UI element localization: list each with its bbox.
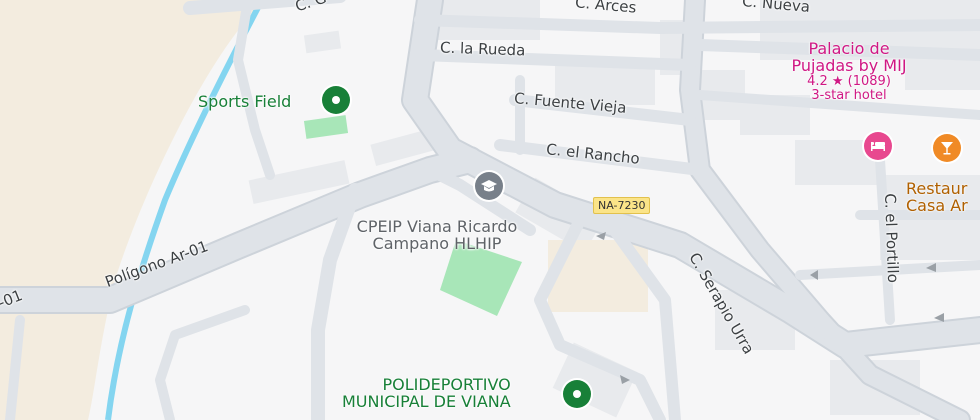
poi-label-polideportivo[interactable]: POLIDEPORTIVO MUNICIPAL DE VIANA bbox=[342, 376, 511, 411]
street-label-el-portillo: C. el Portillo bbox=[881, 192, 903, 284]
polideportivo-line1: POLIDEPORTIVO bbox=[382, 375, 511, 394]
road-shield-na7230[interactable]: NA-7230 bbox=[593, 197, 651, 214]
map-pin-icon[interactable] bbox=[322, 86, 350, 114]
hotel-type: 3-star hotel bbox=[811, 87, 887, 103]
hotel-name-line1: Palacio de bbox=[808, 39, 890, 58]
poi-label-sports-field[interactable]: Sports Field bbox=[198, 93, 291, 111]
map-pin-icon[interactable] bbox=[563, 380, 591, 408]
graduation-cap-icon[interactable] bbox=[475, 172, 503, 200]
poi-label-restaurant[interactable]: Restaur Casa Ar bbox=[906, 180, 968, 215]
hotel-rating: 4.2 ★ (1089) bbox=[807, 73, 891, 89]
school-name-line1: CPEIP Viana Ricardo bbox=[356, 217, 518, 236]
school-name-line2: Campano HLHIP bbox=[372, 234, 502, 254]
poi-label-school[interactable]: CPEIP Viana Ricardo Campano HLHIP bbox=[337, 218, 537, 253]
poi-label-hotel[interactable]: Palacio de Pujadas by MIJ 4.2 ★ (1089) 3… bbox=[770, 40, 928, 103]
polideportivo-line2: MUNICIPAL DE VIANA bbox=[342, 392, 511, 412]
map-view[interactable]: C. G C. Arces C. Nueva C. la Rueda C. Fu… bbox=[0, 0, 980, 420]
bed-icon[interactable] bbox=[864, 132, 892, 160]
street-label-la-rueda: C. la Rueda bbox=[439, 38, 526, 60]
restaurant-line1: Restaur bbox=[906, 179, 968, 198]
hotel-name-line2: Pujadas by MIJ bbox=[791, 56, 907, 76]
restaurant-line2: Casa Ar bbox=[906, 196, 968, 216]
cocktail-icon[interactable] bbox=[933, 134, 961, 162]
